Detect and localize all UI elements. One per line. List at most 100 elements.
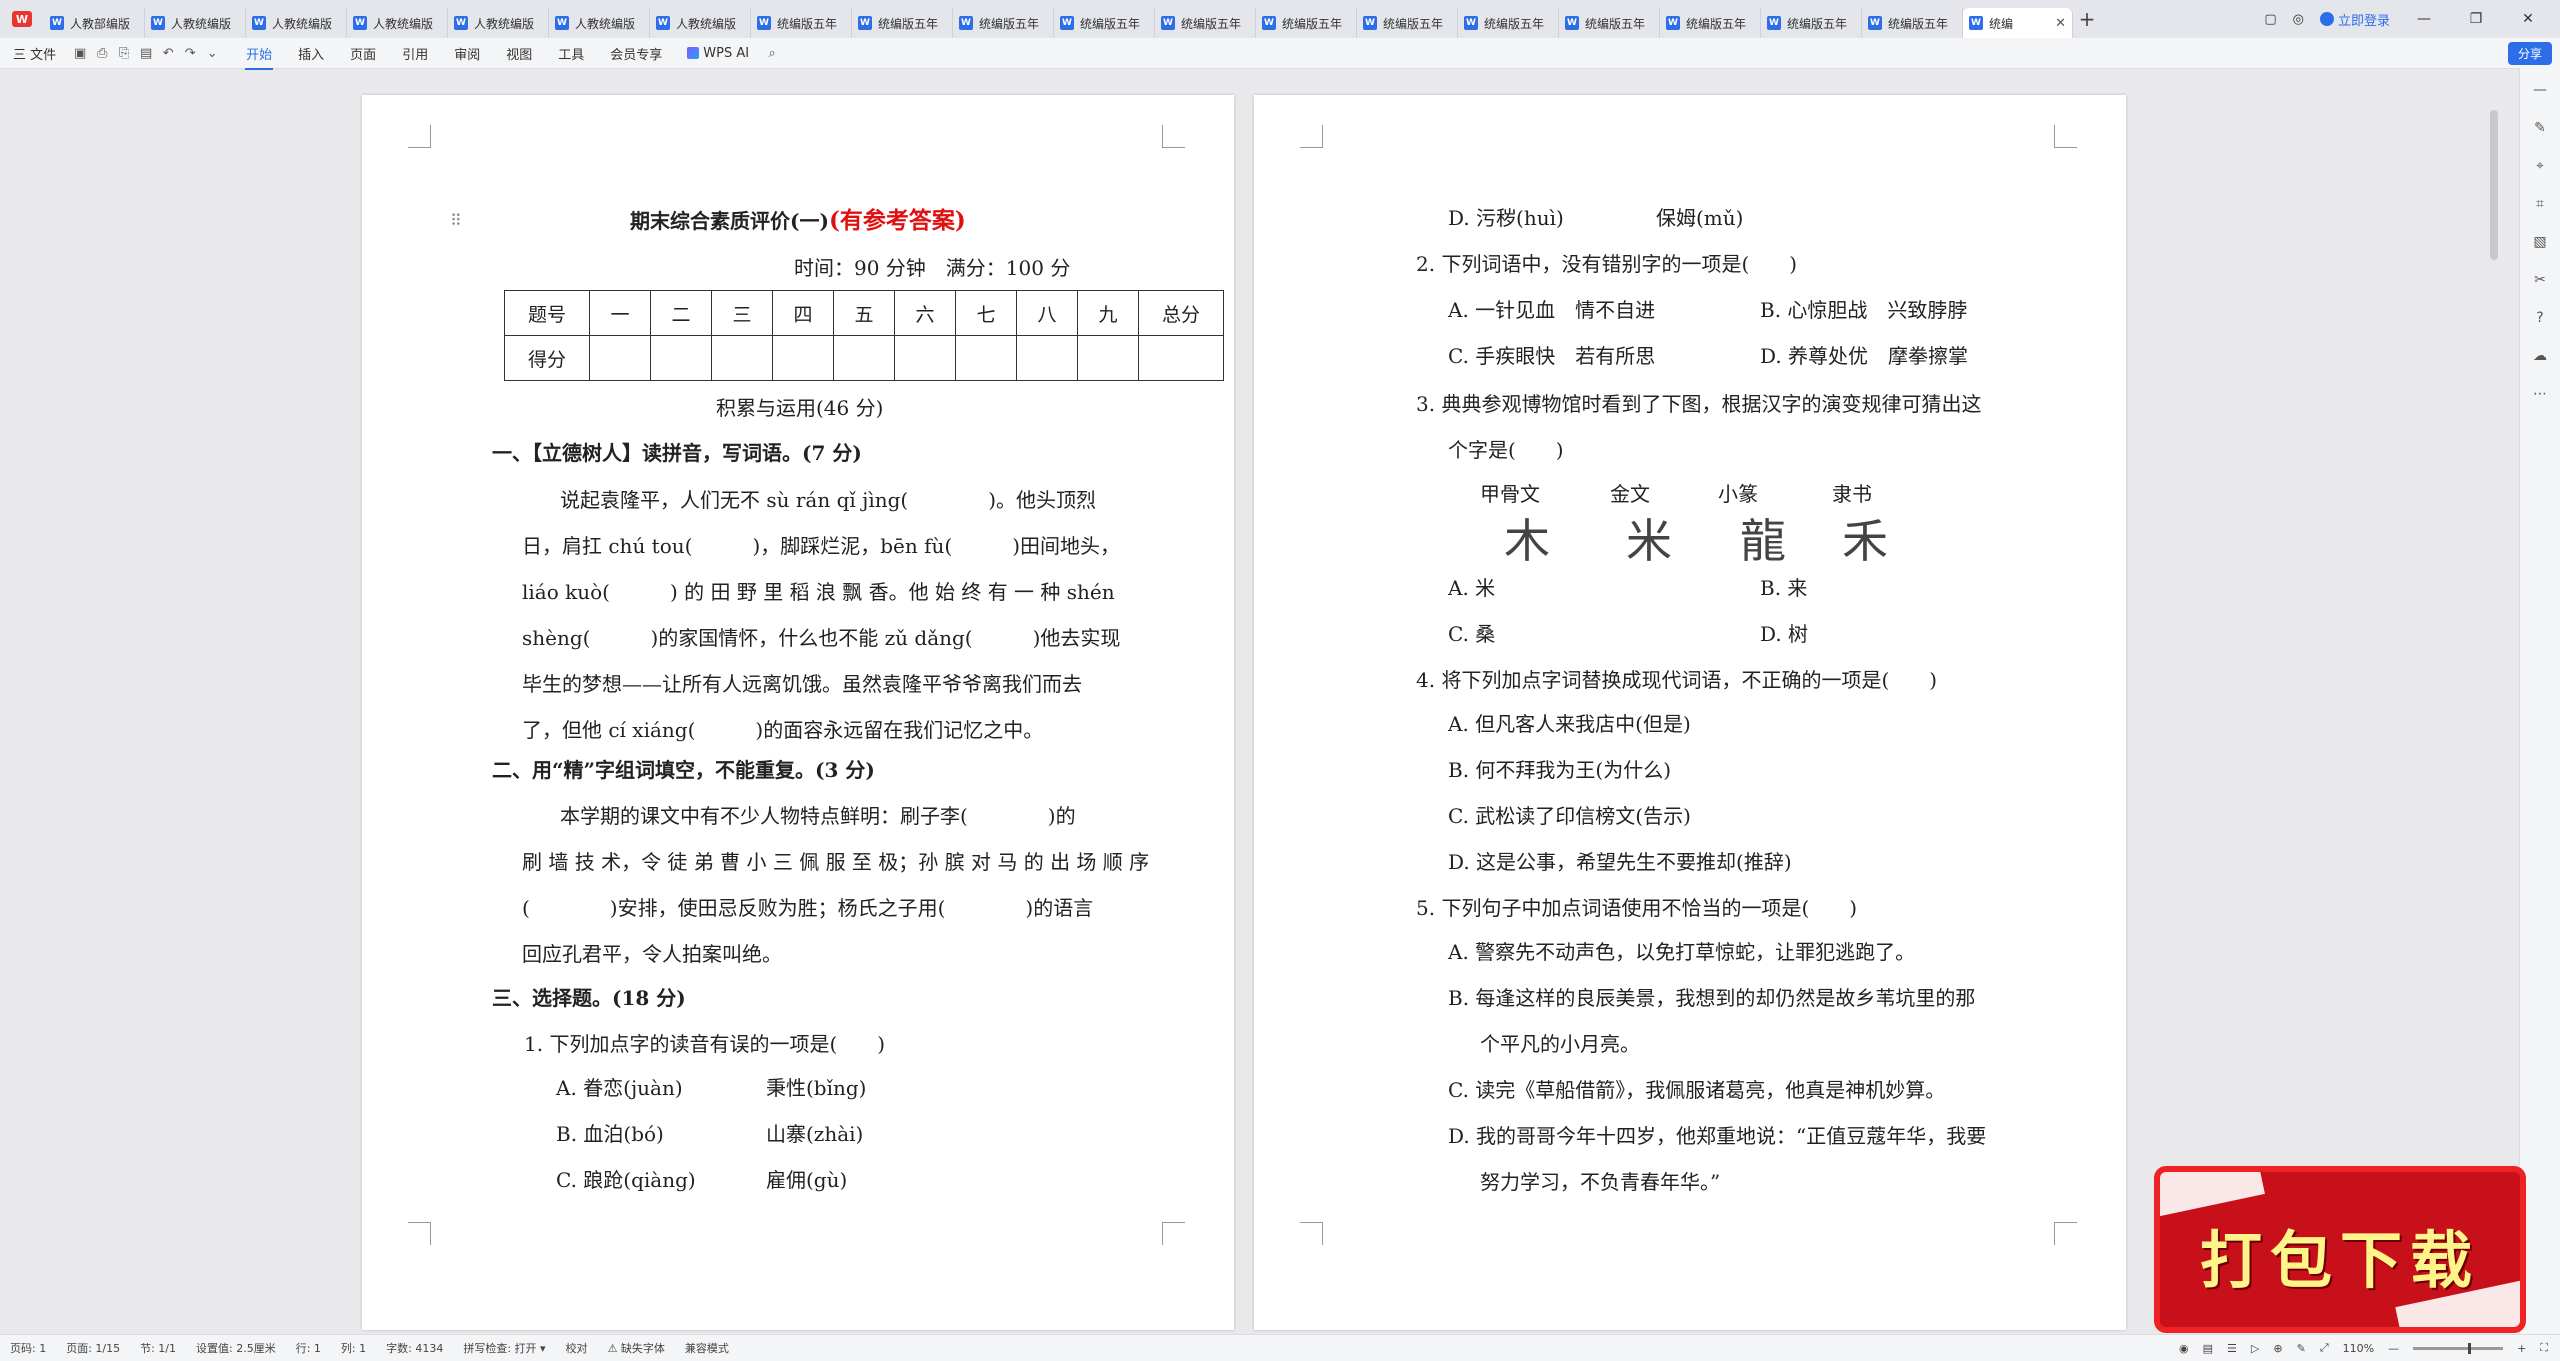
tab-active[interactable]: W 统编 ✕ (1963, 8, 2073, 38)
window-layout-icon[interactable]: ▢ (2264, 12, 2276, 27)
restore-button[interactable]: ❐ (2458, 11, 2494, 27)
menu-2[interactable]: 页面 (337, 44, 389, 63)
menu-4[interactable]: 审阅 (441, 44, 493, 63)
score-input-cell[interactable] (772, 335, 834, 381)
minimize-button[interactable]: — (2406, 11, 2442, 27)
menu-0[interactable]: 开始 (233, 44, 285, 70)
exam-time: 时间：90 分钟 满分：100 分 (794, 256, 1071, 280)
menu-6[interactable]: 工具 (545, 44, 597, 63)
tab-16[interactable]: W 统编版五年 (1660, 8, 1761, 38)
tab-17[interactable]: W 统编版五年 (1761, 8, 1862, 38)
tab-3[interactable]: W 人教统编版 (347, 8, 448, 38)
close-icon[interactable]: ✕ (2055, 16, 2066, 31)
login-button[interactable]: 立即登录 (2319, 10, 2390, 29)
search-icon[interactable]: ⌕ (761, 46, 783, 61)
status-item[interactable]: ⚠ 缺失字体 (598, 1340, 675, 1356)
new-tab-button[interactable]: + (2073, 7, 2101, 31)
edit-icon[interactable]: ✎ (2297, 1342, 2306, 1355)
tab-label: 统编版五年 (1080, 16, 1141, 31)
tag-icon[interactable]: ⌗ (2536, 196, 2544, 212)
image-icon[interactable]: ▧ (2533, 234, 2546, 250)
more-icon[interactable]: ⋯ (2533, 386, 2547, 402)
score-input-cell[interactable] (1016, 335, 1078, 381)
status-item: 设置值: 2.5厘米 (196, 1342, 276, 1355)
status-item[interactable]: 校对 (556, 1340, 598, 1356)
tab-0[interactable]: W 人教部编版 (44, 8, 145, 38)
backup-icon[interactable]: ☁ (2533, 348, 2547, 364)
help-icon[interactable]: ? (2536, 310, 2543, 326)
preview-icon[interactable]: ▤ (135, 46, 157, 61)
document-page-2[interactable]: D. 污秽(huì) 保姆(mǔ) 2. 下列词语中，没有错别字的一项是( ) … (1254, 95, 2126, 1330)
redo-icon[interactable]: ↷ (179, 46, 201, 61)
tab-15[interactable]: W 统编版五年 (1559, 8, 1660, 38)
eye-icon[interactable]: ◉ (2179, 1342, 2189, 1355)
share-button[interactable]: 分享 (2507, 41, 2552, 65)
collapse-icon[interactable]: — (2533, 82, 2547, 98)
tab-label: 人教部编版 (70, 16, 131, 31)
tab-label: 人教统编版 (474, 16, 535, 31)
wps-ai-button[interactable]: WPS AI (675, 46, 761, 61)
tools-icon[interactable]: ✂ (2534, 272, 2546, 288)
score-input-cell[interactable] (1077, 335, 1139, 381)
undo-icon[interactable]: ↶ (157, 46, 179, 61)
tab-5[interactable]: W 人教统编版 (549, 8, 650, 38)
tab-8[interactable]: W 统编版五年 (852, 8, 953, 38)
tab-1[interactable]: W 人教统编版 (145, 8, 246, 38)
score-input-cell[interactable] (589, 335, 651, 381)
zoom-level[interactable]: 110% (2343, 1342, 2374, 1355)
doc-icon: W (555, 16, 569, 30)
tab-18[interactable]: W 统编版五年 (1862, 8, 1963, 38)
doc-icon: W (858, 16, 872, 30)
print-icon[interactable]: ⎘ (113, 46, 135, 61)
tab-2[interactable]: W 人教统编版 (246, 8, 347, 38)
zoom-slider[interactable] (2413, 1342, 2504, 1354)
menu-5[interactable]: 视图 (493, 44, 545, 63)
score-input-cell[interactable] (894, 335, 956, 381)
save-icon[interactable]: ▣ (69, 46, 91, 61)
status-item[interactable]: 兼容模式 (675, 1340, 739, 1356)
select-icon[interactable]: ⌖ (2536, 158, 2544, 174)
tab-13[interactable]: W 统编版五年 (1357, 8, 1458, 38)
menu-1[interactable]: 插入 (285, 44, 337, 63)
menu-7[interactable]: 会员专享 (597, 44, 675, 63)
score-input-cell[interactable] (711, 335, 773, 381)
skin-icon[interactable]: ◎ (2293, 12, 2304, 27)
web-icon[interactable]: ⊕ (2273, 1342, 2282, 1355)
tab-6[interactable]: W 人教统编版 (650, 8, 751, 38)
page-view-icon[interactable]: ▤ (2203, 1342, 2213, 1355)
status-item[interactable]: 拼写检查: 打开 ▾ (453, 1340, 555, 1356)
vertical-scrollbar[interactable] (2490, 110, 2498, 260)
close-window-button[interactable]: ✕ (2510, 11, 2546, 27)
score-input-cell[interactable] (1138, 335, 1224, 381)
doc-icon: W (50, 16, 64, 30)
file-menu[interactable]: 三 文件 (0, 44, 69, 63)
document-page-1[interactable]: ⠿ 期末综合素质评价(一)(有参考答案) 时间：90 分钟 满分：100 分 题… (362, 95, 1234, 1330)
fullscreen-icon[interactable]: ⛶ (2540, 1341, 2548, 1355)
zoom-in-icon[interactable]: + (2517, 1342, 2526, 1355)
fit-icon[interactable]: ⤢ (2320, 1341, 2329, 1355)
chevron-down-icon[interactable]: ⌄ (201, 46, 223, 61)
tab-label: 人教统编版 (676, 16, 737, 31)
zoom-out-icon[interactable]: — (2388, 1342, 2399, 1355)
drag-handle-icon[interactable]: ⠿ (450, 208, 462, 234)
score-input-cell[interactable] (955, 335, 1017, 381)
score-input-cell[interactable] (650, 335, 712, 381)
tab-12[interactable]: W 统编版五年 (1256, 8, 1357, 38)
option-b-0: 秉性(bǐng) (766, 1076, 867, 1100)
tab-9[interactable]: W 统编版五年 (953, 8, 1054, 38)
tab-11[interactable]: W 统编版五年 (1155, 8, 1256, 38)
download-promo-banner[interactable]: 打包下载 (2160, 1172, 2520, 1327)
wps-logo[interactable]: W (0, 0, 44, 38)
tab-10[interactable]: W 统编版五年 (1054, 8, 1155, 38)
tab-7[interactable]: W 统编版五年 (751, 8, 852, 38)
section-title: 积累与运用(46 分) (716, 396, 884, 420)
score-input-cell[interactable] (833, 335, 895, 381)
outline-icon[interactable]: ☰ (2227, 1342, 2237, 1355)
margin-mark (1162, 125, 1185, 148)
export-icon[interactable]: ⎙ (91, 46, 113, 61)
tab-4[interactable]: W 人教统编版 (448, 8, 549, 38)
tab-14[interactable]: W 统编版五年 (1458, 8, 1559, 38)
play-icon[interactable]: ▷ (2251, 1342, 2259, 1355)
menu-3[interactable]: 引用 (389, 44, 441, 63)
pen-icon[interactable]: ✎ (2534, 120, 2546, 136)
